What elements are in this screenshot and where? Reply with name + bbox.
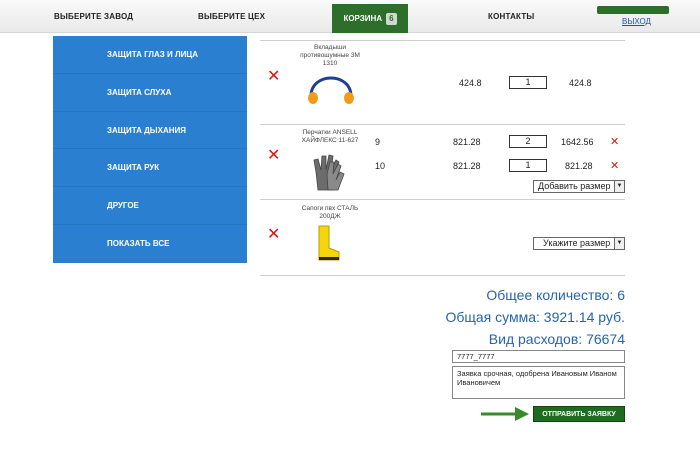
expense-type: Вид расходов: 76674 — [488, 331, 625, 347]
category-sidebar: ЗАЩИТА ГЛАЗ И ЛИЦА ЗАЩИТА СЛУХА ЗАЩИТА Д… — [53, 36, 247, 263]
sidebar-item-other[interactable]: ДРУГОЕ — [53, 187, 247, 225]
divider — [260, 40, 625, 41]
sidebar-item-eye-face[interactable]: ЗАЩИТА ГЛАЗ И ЛИЦА — [53, 36, 247, 74]
gloves-icon — [313, 154, 345, 191]
quantity-field[interactable]: 2 — [509, 135, 547, 148]
row-sum: 1642.56 — [561, 137, 594, 147]
divider — [260, 275, 625, 276]
chevron-down-icon: ▼ — [614, 181, 624, 192]
user-bar — [597, 6, 669, 14]
unit-price: 821.28 — [453, 137, 481, 147]
size-value: 10 — [375, 161, 386, 171]
sidebar-item-hands[interactable]: ЗАЩИТА РУК — [53, 149, 247, 188]
top-nav: ВЫБЕРИТЕ ЗАВОД ВЫБЕРИТЕ ЦЕХ КОРЗИНА 6 КОН… — [0, 0, 700, 33]
remove-item-icon[interactable]: ✕ — [267, 69, 280, 85]
cart-label: КОРЗИНА — [343, 14, 383, 23]
earplugs-icon — [308, 76, 354, 104]
unit-price: 821.28 — [453, 161, 481, 171]
product-name: Перчатки ANSELL ХАЙФЛЕКС 11-627 — [301, 129, 359, 144]
comment-textarea[interactable]: Заявка срочная, одобрена Ивановым Иваном… — [452, 366, 625, 399]
row-sum: 424.8 — [569, 78, 592, 88]
product-name: Вкладыши противошумные 3М 1310 — [300, 44, 360, 67]
size-select[interactable]: Укажите размер ▼ — [533, 237, 625, 250]
sidebar-item-show-all[interactable]: ПОКАЗАТЬ ВСЕ — [53, 225, 247, 263]
quantity-field[interactable]: 1 — [509, 159, 547, 172]
unit-price: 424.8 — [459, 78, 482, 88]
remove-item-icon[interactable]: ✕ — [267, 148, 280, 164]
divider — [260, 199, 625, 200]
sidebar-item-hearing[interactable]: ЗАЩИТА СЛУХА — [53, 74, 247, 112]
arrow-right-icon — [481, 407, 529, 421]
quantity-field[interactable]: 1 — [509, 76, 547, 89]
total-quantity: Общее количество: 6 — [486, 287, 625, 303]
remove-size-icon[interactable]: ✕ — [610, 161, 619, 172]
add-size-label: Добавить размер — [538, 181, 611, 191]
size-value: 9 — [375, 137, 381, 147]
submit-request-button[interactable]: ОТПРАВИТЬ ЗАЯВКУ — [533, 406, 625, 422]
nav-select-shop[interactable]: ВЫБЕРИТЕ ЦЕХ — [198, 0, 265, 33]
expense-code-input[interactable]: 7777_7777 — [452, 350, 625, 363]
row-sum: 821.28 — [565, 161, 593, 171]
nav-cart[interactable]: КОРЗИНА 6 — [332, 4, 408, 33]
total-sum: Общая сумма: 3921.14 руб. — [445, 309, 625, 325]
add-size-select[interactable]: Добавить размер ▼ — [533, 180, 625, 193]
divider — [260, 124, 625, 125]
logout-link[interactable]: ВЫХОД — [622, 17, 651, 26]
cart-count-badge: 6 — [386, 13, 397, 25]
nav-contacts[interactable]: КОНТАКТЫ — [488, 0, 534, 33]
sidebar-item-respiratory[interactable]: ЗАЩИТА ДЫХАНИЯ — [53, 112, 247, 150]
product-name: Сапоги пвх СТАЛЬ 200ДЖ — [301, 205, 359, 220]
remove-item-icon[interactable]: ✕ — [267, 227, 280, 243]
nav-select-plant[interactable]: ВЫБЕРИТЕ ЗАВОД — [54, 0, 133, 33]
chevron-down-icon: ▼ — [614, 238, 624, 249]
size-select-label: Укажите размер — [543, 238, 611, 248]
remove-size-icon[interactable]: ✕ — [610, 137, 619, 148]
boots-icon — [318, 225, 340, 261]
